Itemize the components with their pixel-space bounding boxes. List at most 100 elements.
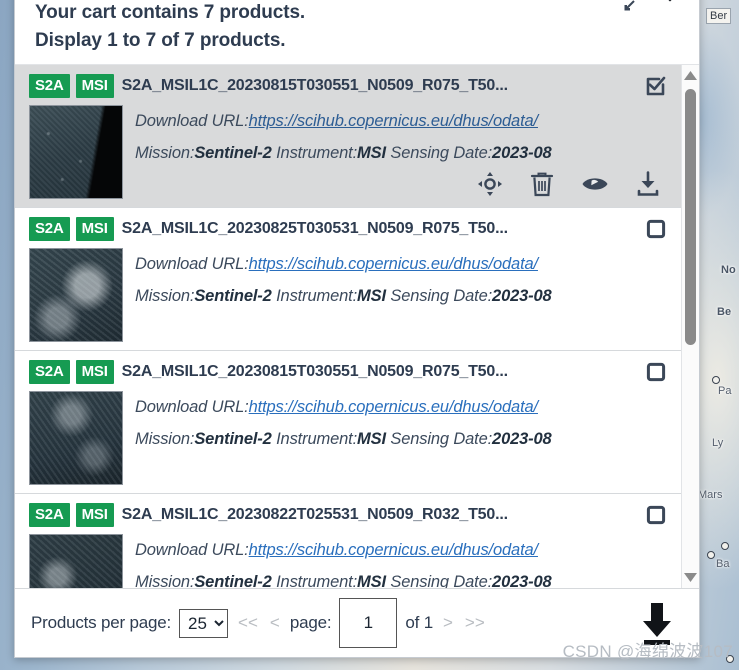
instrument-value: MSI bbox=[357, 287, 386, 306]
panel-header-actions bbox=[621, 0, 685, 21]
product-card-header: S2A MSI S2A_MSIL1C_20230822T025531_N0509_R… bbox=[29, 502, 667, 528]
preview-product-eye-icon[interactable] bbox=[581, 173, 609, 195]
map-place-label: Ber bbox=[706, 8, 732, 24]
product-metadata: Download URL:https://scihub.copernicus.e… bbox=[135, 534, 667, 588]
mission-value: Sentinel-2 bbox=[194, 573, 272, 588]
sensing-date-value: 2023-08 bbox=[492, 144, 552, 163]
page-label: page: bbox=[289, 613, 332, 632]
product-card[interactable]: S2A MSI S2A_MSIL1C_20230815T030551_N0509_R… bbox=[15, 351, 681, 495]
product-metadata: Download URL:https://scihub.copernicus.e… bbox=[135, 105, 667, 199]
product-card[interactable]: S2A MSI S2A_MSIL1C_20230822T025531_N0509_R… bbox=[15, 494, 681, 588]
mission-label: Mission: bbox=[135, 430, 195, 449]
instrument-value: MSI bbox=[357, 144, 386, 163]
map-place-label: No bbox=[721, 264, 736, 276]
cart-count-line: Your cart contains 7 products. bbox=[35, 2, 306, 23]
product-checkbox-unchecked[interactable] bbox=[639, 504, 667, 526]
instrument-badge: MSI bbox=[75, 217, 114, 242]
product-thumbnail[interactable] bbox=[29, 391, 123, 486]
page-number-input[interactable] bbox=[339, 598, 398, 648]
download-product-icon[interactable] bbox=[635, 171, 661, 197]
map-place-label: Pa bbox=[718, 385, 732, 397]
map-city-dot bbox=[707, 551, 715, 559]
sensing-date-value: 2023-08 bbox=[492, 430, 552, 449]
download-url-label: Download URL: bbox=[135, 541, 249, 560]
instrument-badge: MSI bbox=[75, 74, 114, 99]
map-place-label: Mars bbox=[698, 489, 723, 501]
product-thumbnail[interactable] bbox=[29, 534, 123, 588]
product-card-body: Download URL:https://scihub.copernicus.e… bbox=[29, 534, 667, 588]
map-place-label: Be bbox=[717, 306, 732, 318]
instrument-label: Instrument: bbox=[271, 287, 358, 306]
product-action-bar bbox=[135, 171, 667, 197]
download-url-link[interactable]: https://scihub.copernicus.eu/dhus/odata/ bbox=[249, 541, 539, 559]
download-url-link[interactable]: https://scihub.copernicus.eu/dhus/odata/ bbox=[249, 398, 539, 416]
restore-down-icon[interactable] bbox=[621, 0, 637, 14]
mission-instrument-date-row: Mission:Sentinel-2 Instrument:MSI Sensin… bbox=[135, 423, 667, 455]
instrument-label: Instrument: bbox=[271, 430, 358, 449]
sensing-date-value: 2023-08 bbox=[492, 573, 552, 588]
app-root: Ber No Be Pa Ly Mars Ba Your cart contains 7 p… bbox=[0, 0, 739, 670]
zoom-to-product-crosshair-icon[interactable] bbox=[477, 171, 503, 197]
prev-page-button[interactable]: < bbox=[268, 613, 282, 633]
products-per-page-label: Products per page: bbox=[31, 613, 172, 632]
mission-value: Sentinel-2 bbox=[194, 287, 272, 306]
instrument-label: Instrument: bbox=[271, 573, 358, 588]
product-title: S2A_MSIL1C_20230815T030551_N0509_R075_T5… bbox=[121, 77, 508, 95]
product-card[interactable]: S2A MSI S2A_MSIL1C_20230825T030531_N0509_R… bbox=[15, 208, 681, 352]
mission-label: Mission: bbox=[135, 144, 195, 163]
instrument-value: MSI bbox=[357, 573, 386, 588]
product-card-header: S2A MSI S2A_MSIL1C_20230815T030551_N0509_R… bbox=[29, 73, 667, 99]
product-card[interactable]: S2A MSI S2A_MSIL1C_20230815T030551_N0509_R… bbox=[15, 65, 681, 209]
cart-panel: Your cart contains 7 products. Display 1… bbox=[14, 0, 700, 658]
scroll-up-arrow-icon[interactable] bbox=[682, 67, 699, 84]
product-thumbnail[interactable] bbox=[29, 105, 123, 200]
sensing-date-label: Sensing Date: bbox=[385, 287, 493, 306]
instrument-badge: MSI bbox=[75, 503, 114, 528]
product-checkbox-unchecked[interactable] bbox=[639, 361, 667, 383]
map-city-dot bbox=[726, 655, 734, 663]
first-page-button[interactable]: << bbox=[236, 613, 260, 633]
map-city-dot bbox=[712, 376, 720, 384]
download-url-row: Download URL:https://scihub.copernicus.e… bbox=[135, 534, 667, 566]
download-url-link[interactable]: https://scihub.copernicus.eu/dhus/odata/ bbox=[249, 112, 539, 130]
platform-badge: S2A bbox=[29, 360, 70, 385]
mission-label: Mission: bbox=[135, 287, 195, 306]
map-place-label: Ba bbox=[716, 558, 730, 570]
close-icon[interactable] bbox=[655, 0, 685, 21]
product-checkbox-checked[interactable] bbox=[639, 75, 667, 97]
download-all-arrow-icon[interactable] bbox=[637, 601, 677, 645]
last-page-button[interactable]: >> bbox=[463, 613, 487, 633]
download-url-row: Download URL:https://scihub.copernicus.e… bbox=[135, 391, 667, 423]
download-url-label: Download URL: bbox=[135, 112, 249, 131]
mission-instrument-date-row: Mission:Sentinel-2 Instrument:MSI Sensin… bbox=[135, 280, 667, 312]
download-url-row: Download URL:https://scihub.copernicus.e… bbox=[135, 105, 667, 137]
mission-label: Mission: bbox=[135, 573, 195, 588]
product-list[interactable]: S2A MSI S2A_MSIL1C_20230815T030551_N0509_R… bbox=[15, 65, 681, 588]
product-title: S2A_MSIL1C_20230825T030531_N0509_R075_T5… bbox=[121, 220, 508, 238]
product-title: S2A_MSIL1C_20230815T030551_N0509_R075_T5… bbox=[121, 363, 508, 381]
product-metadata: Download URL:https://scihub.copernicus.e… bbox=[135, 248, 667, 342]
next-page-button[interactable]: > bbox=[441, 613, 455, 633]
platform-badge: S2A bbox=[29, 217, 70, 242]
download-url-link[interactable]: https://scihub.copernicus.eu/dhus/odata/ bbox=[249, 255, 539, 273]
platform-badge: S2A bbox=[29, 503, 70, 528]
mission-instrument-date-row: Mission:Sentinel-2 Instrument:MSI Sensin… bbox=[135, 566, 667, 588]
scrollbar-thumb[interactable] bbox=[685, 89, 696, 346]
product-card-header: S2A MSI S2A_MSIL1C_20230825T030531_N0509_R… bbox=[29, 216, 667, 242]
delete-product-trash-icon[interactable] bbox=[529, 171, 555, 197]
download-url-row: Download URL:https://scihub.copernicus.e… bbox=[135, 248, 667, 280]
mission-instrument-date-row: Mission:Sentinel-2 Instrument:MSI Sensin… bbox=[135, 137, 667, 169]
product-list-scrollbar[interactable] bbox=[681, 65, 699, 588]
product-checkbox-unchecked[interactable] bbox=[639, 218, 667, 240]
mission-value: Sentinel-2 bbox=[194, 144, 272, 163]
instrument-badge: MSI bbox=[75, 360, 114, 385]
map-city-dot bbox=[721, 542, 729, 550]
product-title: S2A_MSIL1C_20230822T025531_N0509_R032_T5… bbox=[121, 506, 508, 524]
scroll-down-arrow-icon[interactable] bbox=[682, 569, 699, 586]
products-per-page-select[interactable]: 25 bbox=[179, 608, 229, 638]
product-thumbnail[interactable] bbox=[29, 248, 123, 343]
sensing-date-label: Sensing Date: bbox=[385, 430, 493, 449]
product-list-area: S2A MSI S2A_MSIL1C_20230815T030551_N0509_R… bbox=[15, 64, 699, 588]
product-card-body: Download URL:https://scihub.copernicus.e… bbox=[29, 105, 667, 200]
cart-display-range-line: Display 1 to 7 of 7 products. bbox=[35, 29, 286, 51]
